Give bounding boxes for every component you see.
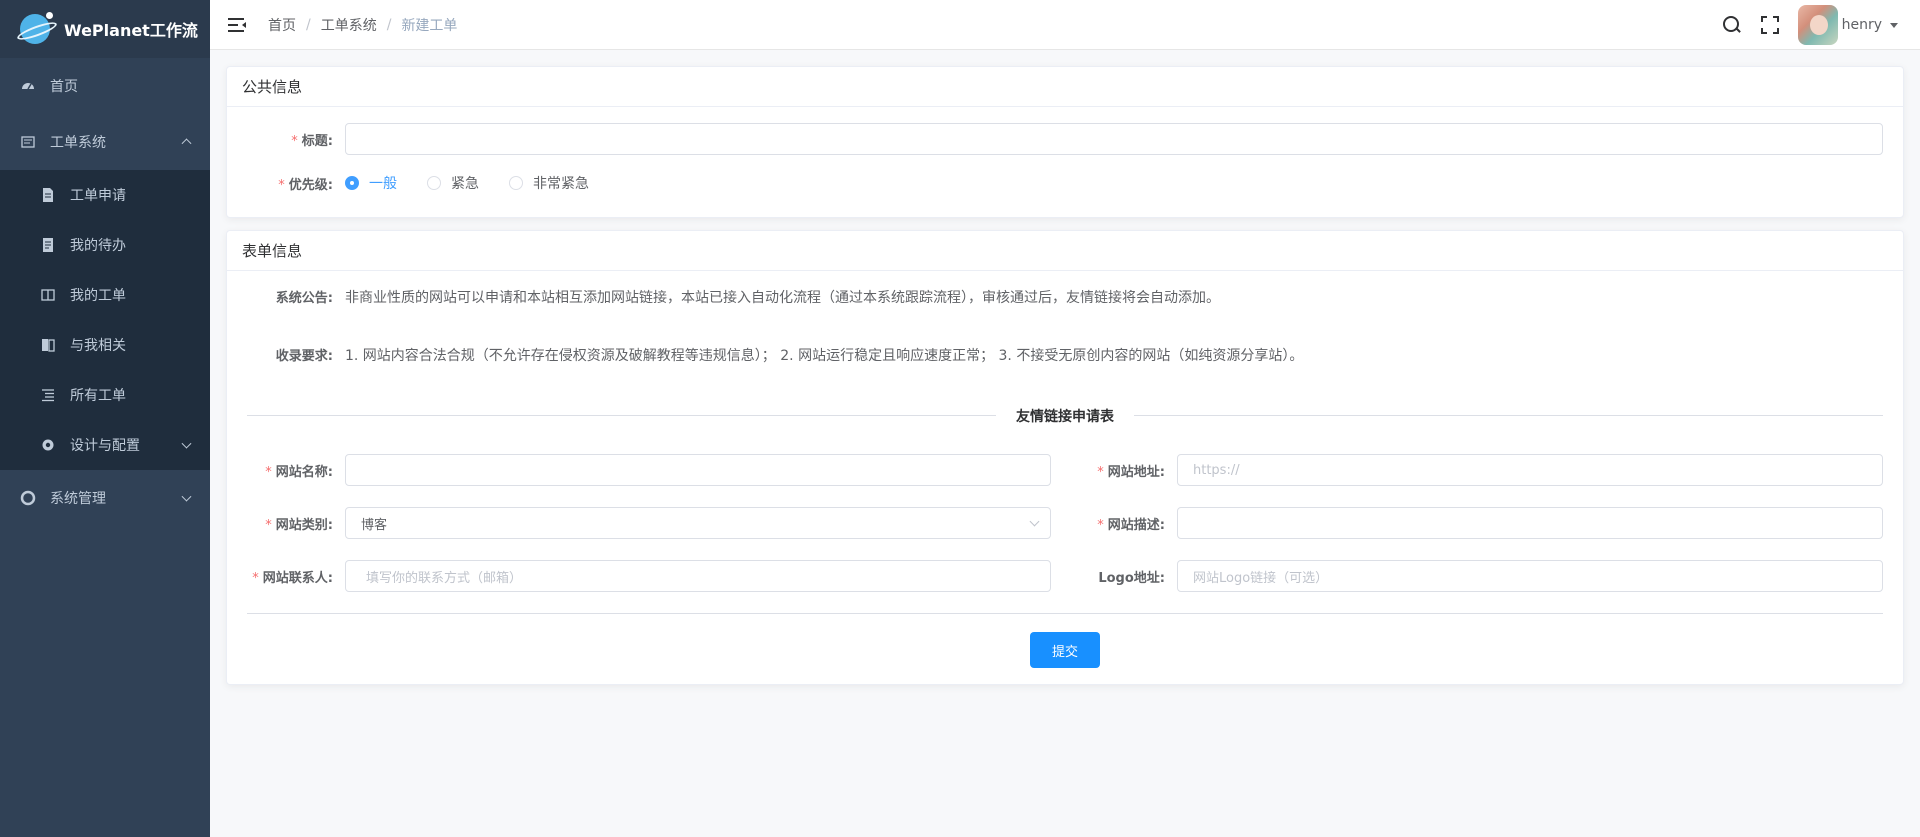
caret-down-icon[interactable] (1890, 22, 1898, 28)
sidebar-item-system-manage[interactable]: 系统管理 (0, 470, 210, 526)
site-contact-label: * 网站联系人: (252, 570, 333, 586)
sidebar-item-apply[interactable]: 工单申请 (0, 170, 210, 220)
breadcrumb-home[interactable]: 首页 (268, 15, 296, 35)
main-content: 公共信息 * 标题: * 优先级: 一般 紧急 非常紧急 表单信息 系统公告: 非商… (210, 50, 1920, 837)
requirement-text: 1. 网站内容合法合规（不允许存在侵权资源及破解教程等违规信息）； 2. 网站运… (345, 348, 1304, 364)
sidebar-item-label: 与我相关 (70, 338, 126, 354)
workorder-icon (20, 134, 36, 150)
section-divider: 友情链接申请表 (247, 405, 1883, 426)
planet-logo-icon (20, 12, 53, 44)
card-title: 表单信息 (227, 231, 1903, 271)
breadcrumb: 首页 / 工单系统 / 新建工单 (268, 15, 457, 35)
public-info-card: 公共信息 * 标题: * 优先级: 一般 紧急 非常紧急 (226, 66, 1904, 218)
site-url-input[interactable]: https:// (1177, 454, 1883, 486)
site-desc-label: * 网站描述: (1097, 517, 1165, 533)
app-logo[interactable]: WePlanet工作流 (0, 0, 210, 58)
site-url-label: * 网站地址: (1097, 464, 1165, 480)
form-info-card: 表单信息 系统公告: 非商业性质的网站可以申请和本站相互添加网站链接，本站已接入… (226, 230, 1904, 685)
requirement-row: 收录要求: 1. 网站内容合法合规（不允许存在侵权资源及破解教程等违规信息）； … (247, 331, 1883, 389)
sidebar-item-my-orders[interactable]: 我的工单 (0, 270, 210, 320)
app-title: WePlanet工作流 (64, 21, 198, 40)
sidebar-item-label: 工单申请 (70, 188, 126, 204)
sidebar-item-workorder-system[interactable]: 工单系统 (0, 114, 210, 170)
sidebar-item-all-orders[interactable]: 所有工单 (0, 370, 210, 420)
doc-icon (40, 187, 56, 203)
priority-label: * 优先级: (278, 177, 333, 193)
chevron-down-icon (1029, 516, 1040, 527)
breadcrumb-workorder-system[interactable]: 工单系统 (321, 15, 377, 35)
search-icon[interactable] (1722, 15, 1742, 35)
site-desc-input[interactable] (1177, 507, 1883, 539)
avatar[interactable] (1797, 5, 1838, 45)
form-bottom-divider (247, 613, 1883, 614)
related-icon (40, 337, 56, 353)
card-title: 公共信息 (227, 67, 1903, 107)
sidebar-item-label: 系统管理 (50, 491, 106, 507)
site-name-label: * 网站名称: (265, 464, 333, 480)
title-input[interactable] (345, 123, 1883, 155)
gear-icon (40, 437, 56, 453)
sidebar-item-label: 我的工单 (70, 288, 126, 304)
site-category-select[interactable]: 博客 (345, 507, 1051, 539)
breadcrumb-separator: / (306, 16, 311, 33)
fullscreen-icon[interactable] (1760, 15, 1780, 35)
sidebar-item-label: 首页 (50, 79, 78, 95)
form-grid-row: * 网站联系人: 填写你的联系方式（邮箱） Logo地址: 网站Logo链接（可选… (247, 560, 1883, 592)
sidebar-item-related[interactable]: 与我相关 (0, 320, 210, 370)
form-grid-row: * 网站名称: * 网站地址: https:// (247, 454, 1883, 486)
radio-icon (427, 176, 441, 190)
radio-icon (509, 176, 523, 190)
title-label: * 标题: (291, 133, 333, 149)
workorder-submenu: 工单申请 我的待办 我的工单 与我相关 所有工单 设计与配置 (0, 170, 210, 470)
lifebuoy-icon (20, 490, 36, 506)
title-row: * 标题: (247, 123, 1883, 155)
sidebar-item-design-config[interactable]: 设计与配置 (0, 420, 210, 470)
header-actions: henry (1722, 0, 1920, 50)
sidebar-item-label: 我的待办 (70, 238, 126, 254)
priority-radio-group: 一般 紧急 非常紧急 (345, 173, 619, 193)
sidebar-item-todo[interactable]: 我的待办 (0, 220, 210, 270)
site-contact-input[interactable]: 填写你的联系方式（邮箱） (345, 560, 1051, 592)
chevron-up-icon (181, 138, 192, 149)
priority-row: * 优先级: 一般 紧急 非常紧急 (247, 173, 1883, 193)
book-icon (40, 287, 56, 303)
site-category-value: 博客 (361, 517, 388, 533)
site-name-input[interactable] (345, 454, 1051, 486)
chevron-down-icon (181, 491, 192, 502)
site-category-label: * 网站类别: (265, 517, 333, 533)
top-navbar: 首页 / 工单系统 / 新建工单 henry (210, 0, 1920, 50)
breadcrumb-current: 新建工单 (401, 17, 458, 34)
sidebar-item-label: 设计与配置 (70, 438, 140, 454)
sidebar: WePlanet工作流 首页 工单系统 工单申请 我的待办 我的工单 与我相关 … (0, 0, 210, 837)
system-notice-row: 系统公告: 非商业性质的网站可以申请和本站相互添加网站链接，本站已接入自动化流程… (247, 273, 1883, 331)
priority-radio-normal[interactable]: 一般 (345, 173, 397, 193)
hamburger-icon[interactable] (228, 17, 246, 32)
sidebar-item-label: 所有工单 (70, 388, 126, 404)
requirement-label: 收录要求: (275, 349, 333, 364)
notice-text: 非商业性质的网站可以申请和本站相互添加网站链接，本站已接入自动化流程（通过本系统… (345, 290, 1220, 306)
radio-checked-icon (345, 176, 359, 190)
logo-url-input[interactable]: 网站Logo链接（可选） (1177, 560, 1883, 592)
form-grid-row: * 网站类别: 博客 * 网站描述: (247, 507, 1883, 539)
list-icon (40, 387, 56, 403)
priority-radio-urgent[interactable]: 紧急 (427, 173, 479, 193)
chevron-down-icon (181, 438, 192, 449)
sidebar-item-label: 工单系统 (50, 135, 106, 151)
notice-label: 系统公告: (275, 291, 333, 306)
submit-area: 提交 (247, 632, 1883, 670)
priority-radio-very-urgent[interactable]: 非常紧急 (509, 173, 589, 193)
divider-title: 友情链接申请表 (996, 405, 1134, 426)
dashboard-icon (20, 78, 36, 94)
breadcrumb-separator: / (386, 16, 392, 33)
todo-icon (40, 237, 56, 253)
logo-url-label: Logo地址: (1098, 570, 1165, 586)
sidebar-item-home[interactable]: 首页 (0, 58, 210, 114)
username[interactable]: henry (1842, 17, 1882, 33)
submit-button[interactable]: 提交 (1030, 632, 1100, 668)
